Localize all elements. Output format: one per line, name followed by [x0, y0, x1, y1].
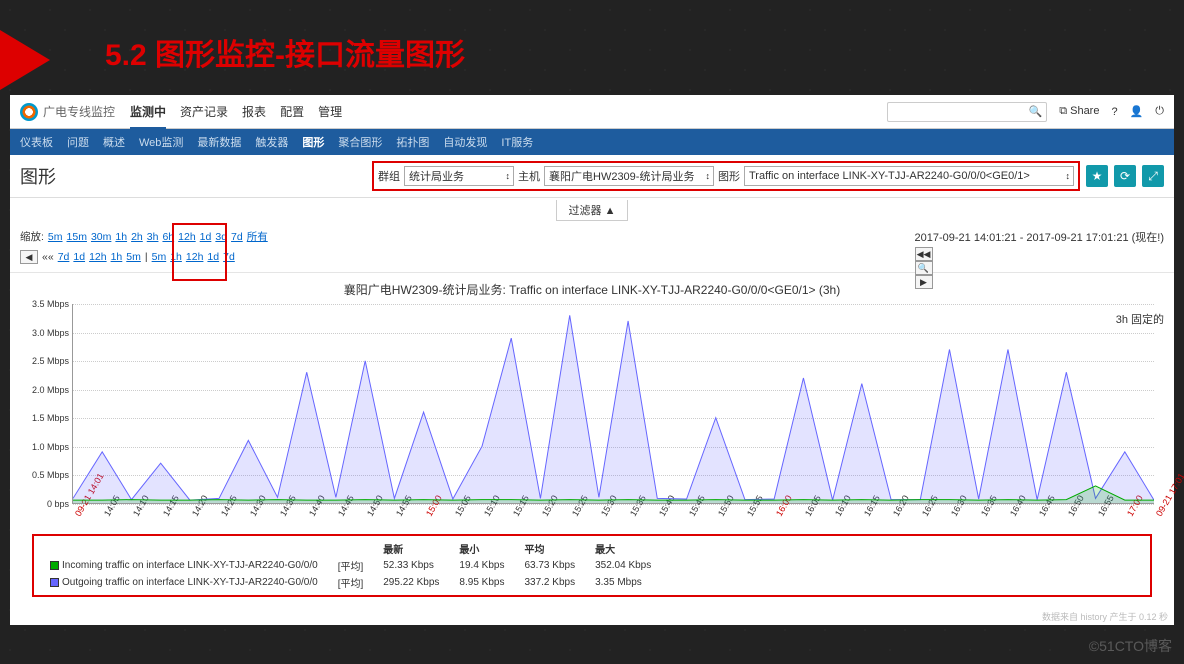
- subnav-聚合图形[interactable]: 聚合图形: [338, 134, 382, 150]
- help-icon[interactable]: ?: [1111, 106, 1117, 118]
- host-label: 主机: [518, 168, 540, 184]
- navright-1h[interactable]: 1h: [170, 251, 182, 263]
- subnav-概述[interactable]: 概述: [103, 134, 125, 150]
- topnav-资产记录[interactable]: 资产记录: [180, 105, 228, 119]
- zoom-3d[interactable]: 3d: [215, 231, 227, 243]
- navright-5m[interactable]: 5m: [152, 251, 167, 263]
- slide-title: 5.2 图形监控-接口流量图形: [105, 30, 465, 74]
- navleft-7d[interactable]: 7d: [58, 251, 70, 263]
- group-label: 群组: [378, 168, 400, 184]
- ytick: 1.0 Mbps: [21, 442, 69, 452]
- subnav-问题[interactable]: 问题: [67, 134, 89, 150]
- time-prev-button[interactable]: ◀◀: [915, 247, 933, 261]
- navright-12h[interactable]: 12h: [186, 251, 204, 263]
- zoom-1h[interactable]: 1h: [115, 231, 127, 243]
- chart-area: 0 bps0.5 Mbps1.0 Mbps1.5 Mbps2.0 Mbps2.5…: [72, 304, 1154, 504]
- search-icon: 🔍: [1028, 105, 1042, 118]
- subnav-仪表板[interactable]: 仪表板: [20, 134, 53, 150]
- time-selector: 缩放:5m15m30m1h2h3h6h12h1d3d7d所有 ◀ «« 7d 1…: [10, 225, 1174, 273]
- ytick: 3.5 Mbps: [21, 299, 69, 309]
- zoom-15m[interactable]: 15m: [67, 231, 87, 243]
- navleft-5m[interactable]: 5m: [126, 251, 141, 263]
- logo-icon: [20, 103, 38, 121]
- nav-prev-button[interactable]: ◀: [20, 250, 38, 264]
- time-zoomout-button[interactable]: 🔍: [915, 261, 933, 275]
- zoom-6h[interactable]: 6h: [162, 231, 174, 243]
- subnav-触发器[interactable]: 触发器: [255, 134, 288, 150]
- zoom-30m[interactable]: 30m: [91, 231, 111, 243]
- zoom-3h[interactable]: 3h: [147, 231, 159, 243]
- logout-icon[interactable]: ⏻: [1155, 105, 1164, 118]
- subnav-自动发现[interactable]: 自动发现: [443, 134, 487, 150]
- zoom-12h[interactable]: 12h: [178, 231, 196, 243]
- ytick: 2.0 Mbps: [21, 385, 69, 395]
- zoom-2h[interactable]: 2h: [131, 231, 143, 243]
- graph-select[interactable]: Traffic on interface LINK-XY-TJJ-AR2240-…: [744, 166, 1074, 186]
- legend-row: Incoming traffic on interface LINK-XY-TJ…: [40, 557, 661, 574]
- legend-box: 最新最小平均最大Incoming traffic on interface LI…: [32, 534, 1152, 597]
- ytick: 0.5 Mbps: [21, 470, 69, 480]
- fullscreen-button[interactable]: ⤢: [1142, 165, 1164, 187]
- outer-watermark: ©51CTO博客: [1089, 636, 1172, 656]
- favorite-button[interactable]: ★: [1086, 165, 1108, 187]
- topnav: 监测中资产记录报表配置管理: [130, 103, 356, 120]
- time-next-button[interactable]: ▶: [915, 275, 933, 289]
- topbar: 广电专线监控 监测中资产记录报表配置管理 🔍 ⧉ Share ? 👤 ⏻: [10, 95, 1174, 129]
- ytick: 1.5 Mbps: [21, 413, 69, 423]
- subnav-拓扑图[interactable]: 拓扑图: [396, 134, 429, 150]
- subnav-最新数据[interactable]: 最新数据: [197, 134, 241, 150]
- filter-highlight: 群组 统计局业务 主机 襄阳广电HW2309-统计局业务 图形 Traffic …: [372, 161, 1080, 191]
- subnav-IT服务[interactable]: IT服务: [501, 134, 533, 150]
- xtick: 09-21 17:01: [1154, 471, 1184, 518]
- zoom-所有[interactable]: 所有: [247, 229, 268, 244]
- topnav-报表[interactable]: 报表: [242, 105, 266, 119]
- brand: 广电专线监控: [43, 103, 115, 120]
- legend-row: Outgoing traffic on interface LINK-XY-TJ…: [40, 574, 661, 591]
- zabbix-app: 广电专线监控 监测中资产记录报表配置管理 🔍 ⧉ Share ? 👤 ⏻ 仪表板…: [10, 95, 1174, 625]
- zoom-7d[interactable]: 7d: [231, 231, 243, 243]
- subnav-Web监测[interactable]: Web监测: [139, 134, 183, 150]
- ytick: 3.0 Mbps: [21, 328, 69, 338]
- refresh-button[interactable]: ⟳: [1114, 165, 1136, 187]
- ytick: 0 bps: [21, 499, 69, 509]
- navleft-1d[interactable]: 1d: [73, 251, 85, 263]
- search-input[interactable]: 🔍: [887, 102, 1047, 122]
- filter-toggle[interactable]: 过滤器 ▲: [556, 200, 629, 221]
- user-icon[interactable]: 👤: [1130, 105, 1144, 118]
- subnav: 仪表板问题概述 Web监测最新数据触发器图形聚合图形拓扑图自动发现 IT服务: [10, 129, 1174, 155]
- navleft-1h[interactable]: 1h: [111, 251, 123, 263]
- data-watermark: 数据来自 history 产生于 0.12 秒: [1042, 610, 1168, 623]
- share-button[interactable]: ⧉ Share: [1059, 105, 1099, 118]
- ytick: 2.5 Mbps: [21, 356, 69, 366]
- page-title: 图形: [20, 163, 56, 189]
- timespan-text: 2017-09-21 14:01:21 - 2017-09-21 17:01:2…: [915, 229, 1165, 245]
- navright-7d[interactable]: 7d: [223, 251, 235, 263]
- navright-1d[interactable]: 1d: [207, 251, 219, 263]
- topnav-配置[interactable]: 配置: [280, 105, 304, 119]
- graph-label: 图形: [718, 168, 740, 184]
- topnav-监测中[interactable]: 监测中: [130, 105, 166, 130]
- topnav-管理[interactable]: 管理: [318, 105, 342, 119]
- zoom-5m[interactable]: 5m: [48, 231, 63, 243]
- navleft-12h[interactable]: 12h: [89, 251, 107, 263]
- group-select[interactable]: 统计局业务: [404, 166, 514, 186]
- subnav-图形[interactable]: 图形: [302, 134, 324, 150]
- zoom-1d[interactable]: 1d: [200, 231, 212, 243]
- slide-arrow: [0, 30, 50, 90]
- host-select[interactable]: 襄阳广电HW2309-统计局业务: [544, 166, 714, 186]
